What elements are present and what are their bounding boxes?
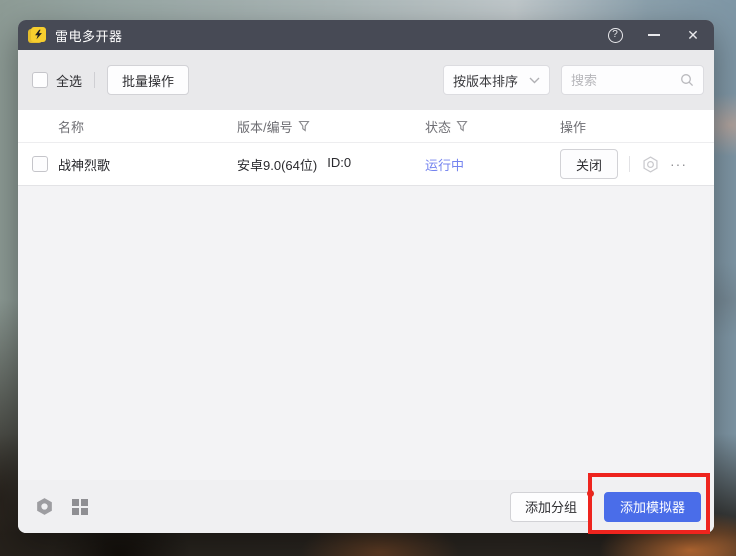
filter-icon[interactable] <box>456 120 468 132</box>
settings-button[interactable] <box>34 496 55 517</box>
column-header-version: 版本/编号 <box>237 117 425 136</box>
titlebar[interactable]: 雷电多开器 ? ✕ <box>18 20 714 50</box>
instance-settings-button[interactable] <box>641 155 660 174</box>
minimize-icon <box>648 34 660 36</box>
row-checkbox[interactable] <box>32 156 48 172</box>
close-button[interactable]: ✕ <box>684 26 702 44</box>
gear-icon <box>641 155 660 174</box>
window-title: 雷电多开器 <box>55 26 123 45</box>
minimize-button[interactable] <box>645 26 663 44</box>
app-window: 雷电多开器 ? ✕ 全选 批量操作 按版本排序 <box>18 20 714 533</box>
row-operations: 关闭 ··· <box>560 149 714 179</box>
select-all-label[interactable]: 全选 <box>56 71 82 90</box>
batch-operations-button[interactable]: 批量操作 <box>107 65 189 95</box>
toolbar: 全选 批量操作 按版本排序 <box>18 50 714 110</box>
instance-version: 安卓9.0(64位) ID:0 <box>237 155 425 174</box>
grid-icon <box>71 498 89 516</box>
table-row[interactable]: 战神烈歌 安卓9.0(64位) ID:0 运行中 关闭 ··· <box>18 143 714 186</box>
sort-dropdown[interactable]: 按版本排序 <box>443 65 550 95</box>
toolbar-divider <box>94 72 95 88</box>
help-button[interactable]: ? <box>606 26 624 44</box>
close-instance-button[interactable]: 关闭 <box>560 149 618 179</box>
sort-dropdown-value: 按版本排序 <box>453 71 529 90</box>
more-options-button[interactable]: ··· <box>670 159 687 169</box>
table-header: 名称 版本/编号 状态 操作 <box>18 110 714 143</box>
status-badge: 运行中 <box>425 155 560 174</box>
search-box <box>561 65 704 95</box>
column-header-status: 状态 <box>425 117 560 136</box>
search-icon <box>680 73 694 87</box>
add-emulator-button[interactable]: 添加模拟器 <box>604 492 701 522</box>
app-logo-icon <box>30 27 47 44</box>
footer-bar: 添加分组 添加模拟器 <box>18 480 714 533</box>
column-header-operation: 操作 <box>560 117 714 136</box>
column-header-name: 名称 <box>58 117 237 136</box>
instance-list-empty-area <box>18 186 714 480</box>
search-input[interactable] <box>571 73 680 88</box>
filter-icon[interactable] <box>298 120 310 132</box>
chevron-down-icon <box>529 77 540 84</box>
grid-view-button[interactable] <box>71 498 89 516</box>
instance-name: 战神烈歌 <box>58 155 237 174</box>
operations-divider <box>629 156 630 172</box>
help-icon: ? <box>608 28 623 43</box>
notification-dot <box>587 490 594 497</box>
lightning-bolt-icon <box>33 29 44 40</box>
select-all-checkbox[interactable] <box>32 72 48 88</box>
gear-icon <box>34 496 55 517</box>
add-group-button[interactable]: 添加分组 <box>510 492 592 522</box>
